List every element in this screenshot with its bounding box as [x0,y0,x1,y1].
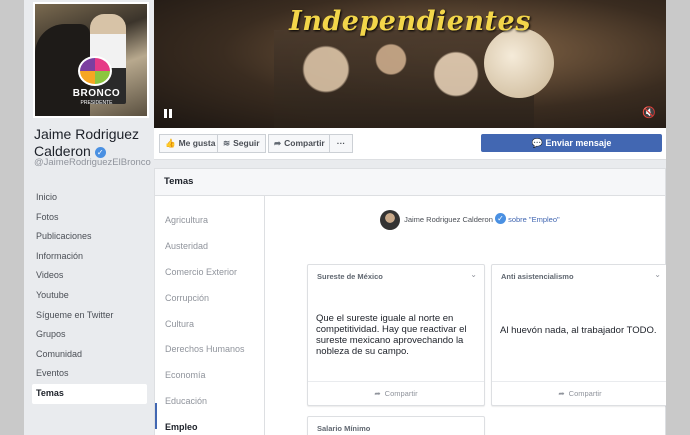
share-arrow-icon: ➦ [274,138,282,148]
bronco-logo-icon [78,56,112,86]
author-name[interactable]: Jaime Rodriguez Calderon [404,215,493,224]
page-nav: Inicio Fotos Publicaciones Información V… [32,188,147,404]
topic-austeridad[interactable]: Austeridad [155,222,264,251]
nav-item-comunidad[interactable]: Comunidad [32,345,147,365]
nav-item-temas[interactable]: Temas [32,383,147,404]
card-title: Anti asistencialismo [501,272,574,281]
like-label: Me gusta [178,138,216,148]
profile-logo-subtext: PRESIDENTE [80,100,113,106]
topics-list: Agricultura Austeridad Comercio Exterior… [154,196,265,435]
left-column: BRONCO PRESIDENTE Jaime Rodriguez Calder… [24,0,154,435]
facebook-page-window: BRONCO PRESIDENTE Jaime Rodriguez Calder… [24,0,666,435]
chevron-down-icon[interactable]: ⌄ [470,270,477,279]
rss-icon: ≋ [223,138,231,148]
topic-content: Jaime Rodriguez Calderon ✓ sobre "Empleo… [265,196,666,435]
nav-item-youtube[interactable]: Youtube [32,286,147,306]
topic-about-text: sobre "Empleo" [508,214,560,224]
muted-speaker-icon[interactable]: 🔇 [642,106,656,119]
cover-video[interactable]: Independientes 🔇 [154,0,666,128]
card-text: Al huevón nada, al trabajador TODO. [500,325,657,336]
topic-corrupcion[interactable]: Corrupción [155,274,264,303]
topic-empleo[interactable]: Empleo [155,403,264,432]
send-message-label: Enviar mensaje [545,138,612,148]
card-text: Que el sureste iguale al norte en compet… [316,313,467,357]
cover-title: Independientes [289,6,531,37]
nav-item-inicio[interactable]: Inicio [32,188,147,208]
follow-label: Seguir [233,138,260,148]
share-arrow-icon: ➦ [558,389,565,398]
nav-item-informacion[interactable]: Información [32,247,147,267]
profile-picture[interactable]: BRONCO PRESIDENTE [33,2,149,118]
chevron-down-icon[interactable]: ⌄ [654,270,661,279]
nav-item-publicaciones[interactable]: Publicaciones [32,227,147,247]
share-arrow-icon: ➦ [374,389,381,398]
more-button[interactable]: ··· [329,134,353,153]
share-label: Compartir [284,138,325,148]
card-title: Sureste de México [317,272,383,281]
page-title[interactable]: Jaime Rodriguez Calderon ✓ [34,126,152,160]
card-share-button[interactable]: ➦ Compartir [308,381,484,405]
share-button[interactable]: ➦ Compartir [268,134,331,153]
card-share-label: Compartir [568,389,602,398]
thumbs-up-icon: 👍 [165,138,176,148]
nav-item-eventos[interactable]: Eventos [32,364,147,384]
page-action-bar: 👍 Me gusta ≋ Seguir ➦ Compartir ··· 💬 Envia… [154,128,666,160]
nav-item-fotos[interactable]: Fotos [32,208,147,228]
pause-icon[interactable] [164,109,172,118]
page-name-line1: Jaime Rodriguez [34,126,140,142]
like-button[interactable]: 👍 Me gusta [159,134,222,153]
send-message-button[interactable]: 💬 Enviar mensaje [481,134,662,152]
profile-logo-text: BRONCO [72,88,121,99]
topic-cultura[interactable]: Cultura [155,300,264,329]
topic-card-salario-minimo: Salario Mínimo [307,416,485,435]
messenger-icon: 💬 [531,138,543,148]
card-title: Salario Mínimo [317,424,371,433]
topic-author: Jaime Rodriguez Calderon ✓ sobre "Empleo… [380,210,560,230]
topic-comercio-exterior[interactable]: Comercio Exterior [155,248,264,277]
temas-header: Temas [154,168,666,196]
topic-economia[interactable]: Economía [155,351,264,380]
card-share-label: Compartir [384,389,418,398]
author-verified-icon: ✓ [494,212,506,224]
cover-icecream-image [484,28,554,98]
nav-item-videos[interactable]: Videos [32,266,147,286]
topic-card-anti-asistencialismo: Anti asistencialismo ⌄ Al huevón nada, a… [491,264,666,406]
topic-agricultura[interactable]: Agricultura [155,196,264,225]
nav-item-grupos[interactable]: Grupos [32,325,147,345]
card-share-button[interactable]: ➦ Compartir [492,381,666,405]
topic-derechos-humanos[interactable]: Derechos Humanos [155,325,264,354]
topic-educacion[interactable]: Educación [155,377,264,406]
author-avatar[interactable] [380,210,400,230]
nav-item-twitter[interactable]: Sígueme en Twitter [32,306,147,326]
follow-button[interactable]: ≋ Seguir [217,134,266,153]
topic-card-sureste: Sureste de México ⌄ Que el sureste igual… [307,264,485,406]
page-handle[interactable]: @JaimeRodriguezElBronco [34,157,152,168]
